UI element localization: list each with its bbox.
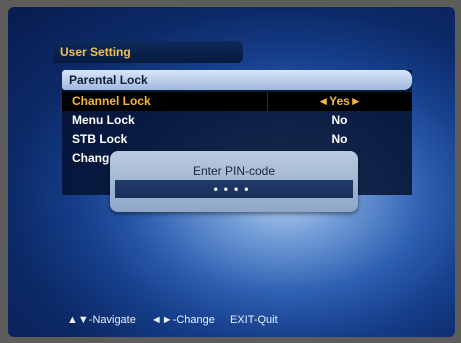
footer-hints: ▲▼-Navigate ◄►-Change EXIT-Quit: [67, 314, 290, 328]
pin-input[interactable]: ••••: [115, 180, 353, 198]
change-hint: ◄►-Change: [150, 314, 215, 326]
row-stb-lock[interactable]: STB Lock No: [62, 130, 412, 149]
row-channel-lock[interactable]: Channel Lock ◄Yes►: [62, 92, 412, 111]
row-value[interactable]: No: [267, 111, 412, 130]
row-value[interactable]: No: [267, 130, 412, 149]
navigate-hint: ▲▼-Navigate: [67, 314, 136, 326]
pin-dialog-title: Enter PIN-code: [192, 164, 276, 178]
row-value[interactable]: ◄Yes►: [267, 92, 412, 111]
row-label: STB Lock: [72, 132, 128, 146]
user-setting-header: User Setting: [53, 41, 243, 63]
row-menu-lock[interactable]: Menu Lock No: [62, 111, 412, 130]
row-label: Chang: [72, 151, 110, 165]
exit-hint: EXIT-Quit: [229, 314, 278, 326]
row-label: Menu Lock: [72, 113, 135, 127]
pin-dialog: Enter PIN-code ••••: [110, 151, 358, 212]
row-label: Channel Lock: [72, 94, 151, 108]
panel-title: Parental Lock: [62, 70, 412, 90]
